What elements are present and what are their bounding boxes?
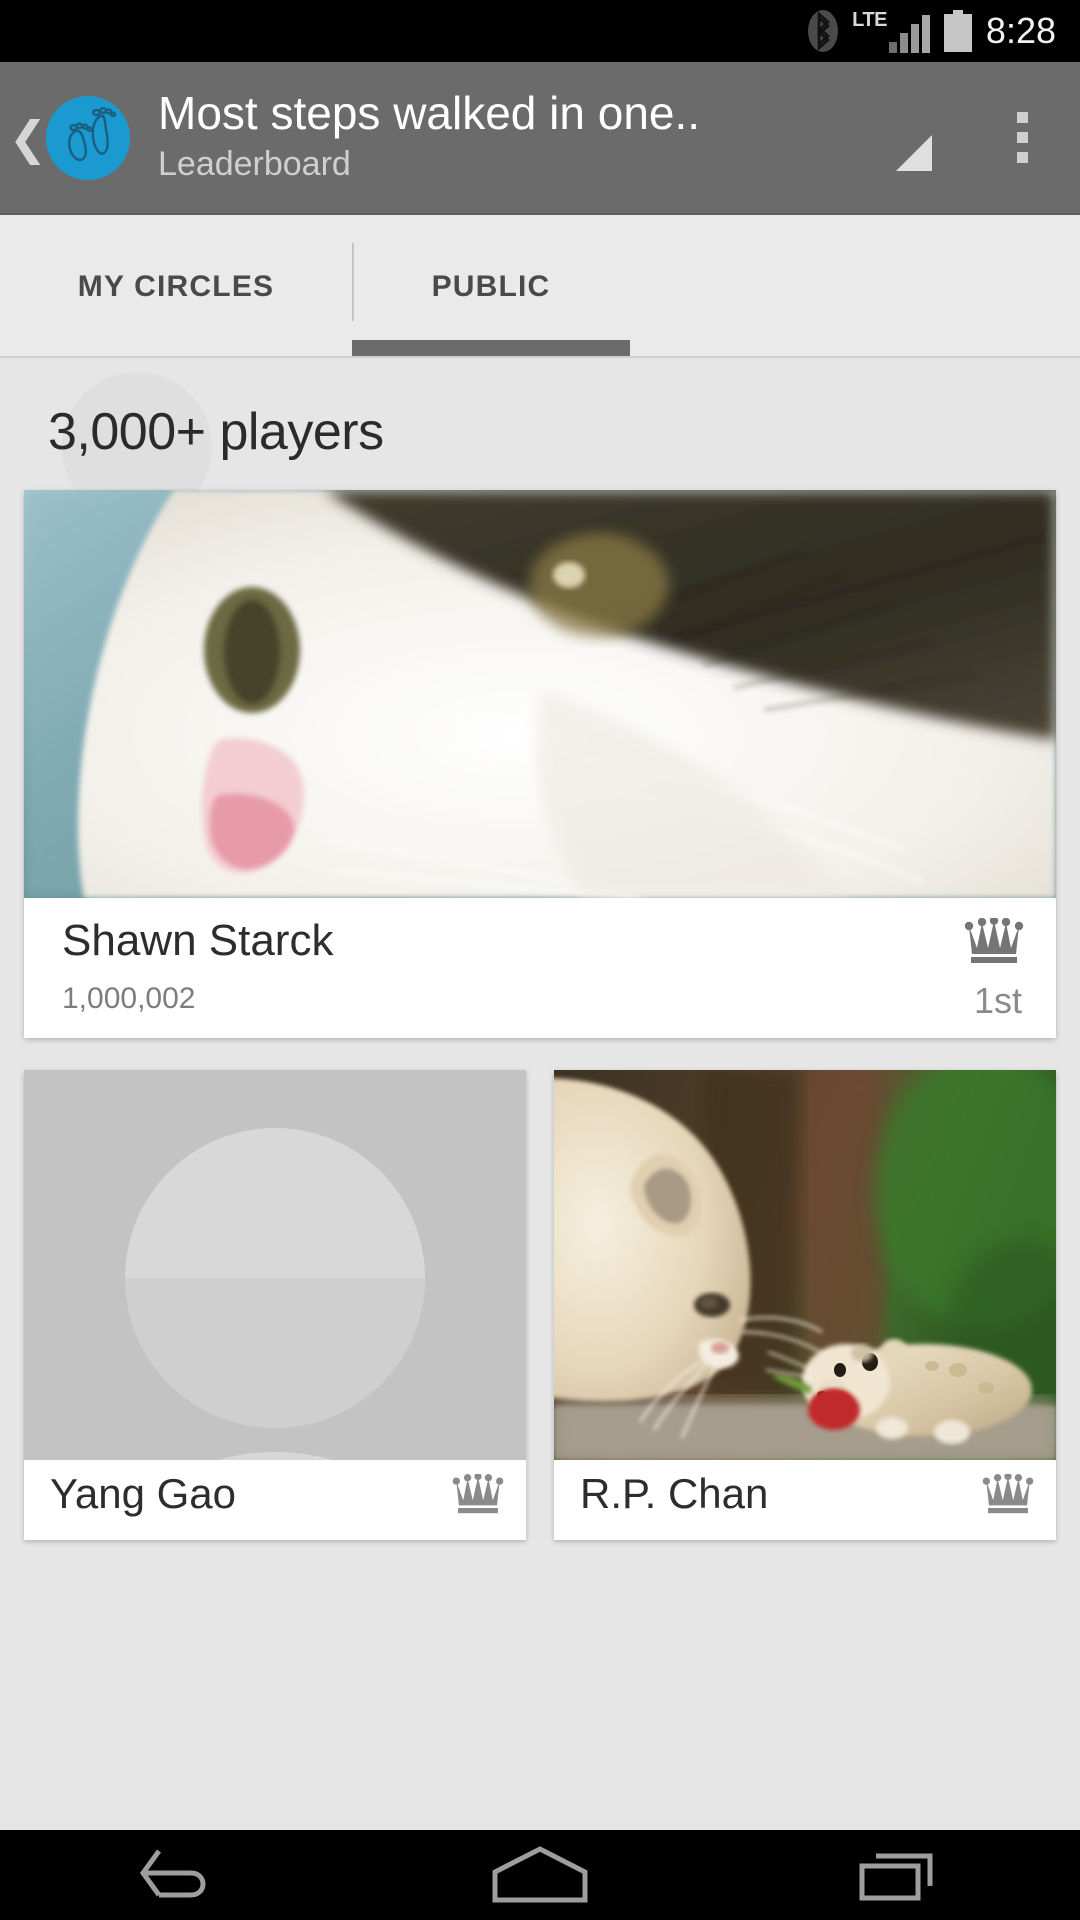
nav-recents-icon[interactable] [810, 1830, 990, 1920]
player-rank: 1st [973, 980, 1022, 1021]
nav-home-icon[interactable] [450, 1830, 630, 1920]
network-type-label: LTE [852, 9, 887, 31]
crown-icon [452, 1472, 504, 1521]
tab-bar: MY CIRCLES PUBLIC [0, 215, 1080, 358]
cat-and-hamster-photo [554, 1070, 1056, 1460]
leaderboard-card-1-info: Shawn Starck 1,000,002 1st [24, 898, 1056, 1038]
default-person-placeholder [24, 1070, 526, 1460]
page-subtitle: Leaderboard [158, 145, 351, 184]
signal-strength-bars [888, 13, 930, 53]
player-score: 1,000,002 [62, 982, 196, 1015]
leaderboard-card-3[interactable]: R.P. Chan [554, 1070, 1056, 1540]
footprints-app-icon[interactable] [46, 95, 130, 180]
tab-public[interactable]: PUBLIC [352, 215, 630, 358]
battery-full-icon [943, 10, 972, 52]
back-chevron-icon[interactable]: ❮ [8, 115, 48, 161]
page-title: Most steps walked in one.. [158, 87, 701, 140]
title-block: Most steps walked in one.. Leaderboard [158, 89, 700, 185]
cat-face-photo [24, 490, 1056, 898]
player-name: Shawn Starck [62, 916, 334, 965]
overflow-menu-icon[interactable] [992, 112, 1052, 163]
crown-icon [964, 916, 1024, 971]
tab-my-circles-label: MY CIRCLES [77, 269, 275, 303]
leaderboard-card-3-info: R.P. Chan [554, 1460, 1056, 1540]
tab-public-label: PUBLIC [431, 269, 551, 303]
bluetooth-icon [808, 10, 839, 52]
leaderboard-card-1[interactable]: Shawn Starck 1,000,002 1st [24, 490, 1056, 1038]
player-name: R.P. Chan [580, 1470, 769, 1517]
crown-icon [982, 1472, 1034, 1521]
status-bar: LTE 8:28 [0, 0, 1080, 62]
player-name: Yang Gao [50, 1470, 237, 1517]
tab-my-circles[interactable]: MY CIRCLES [0, 215, 352, 358]
action-bar: ❮ Most steps walked in one.. Leaderboard [0, 62, 1080, 215]
leaderboard-card-2-info: Yang Gao [24, 1460, 526, 1540]
tab-selected-indicator [352, 340, 630, 356]
players-count-label: 3,000+ players [48, 403, 384, 461]
status-bar-clock: 8:28 [985, 10, 1056, 51]
nav-back-icon[interactable] [90, 1830, 270, 1920]
corner-triangle-icon[interactable] [896, 134, 932, 171]
signal-bars-icon: LTE [852, 9, 930, 53]
navigation-bar [0, 1830, 1080, 1920]
leaderboard-card-2[interactable]: Yang Gao [24, 1070, 526, 1540]
leaderboard-content[interactable]: 3,000+ players Shawn Starck 1,000,002 1s… [0, 360, 1080, 1830]
players-count-header: 3,000+ players [0, 360, 1080, 462]
phone-screen: LTE 8:28 ❮ Most steps walked in one.. Le… [0, 0, 1080, 1920]
